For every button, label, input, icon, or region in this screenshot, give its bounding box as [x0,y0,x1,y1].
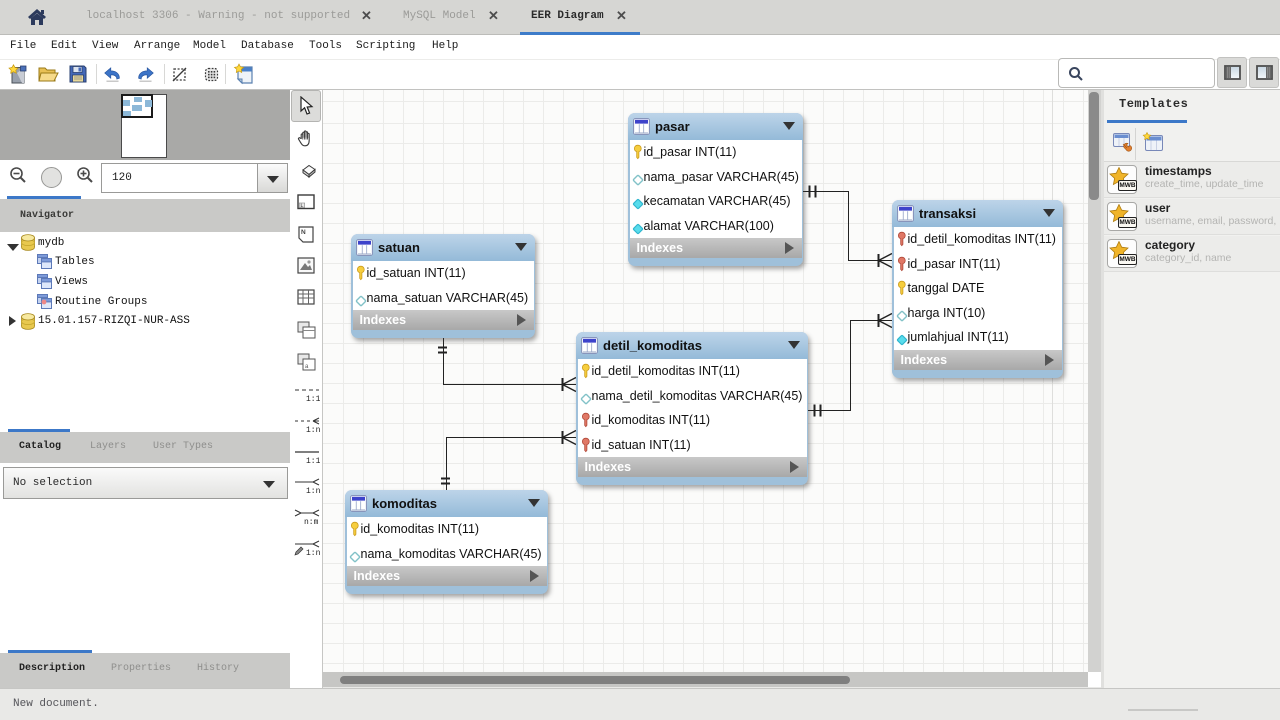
svg-text:n:m: n:m [304,518,319,527]
svg-text:L: L [300,202,303,209]
svg-text:1:n: 1:n [306,549,320,558]
svg-text:1:n: 1:n [306,426,320,435]
svg-text:1:1: 1:1 [306,395,320,404]
svg-text:1:n: 1:n [306,487,320,496]
svg-text:1:1: 1:1 [306,457,320,466]
svg-text:N: N [301,229,306,236]
